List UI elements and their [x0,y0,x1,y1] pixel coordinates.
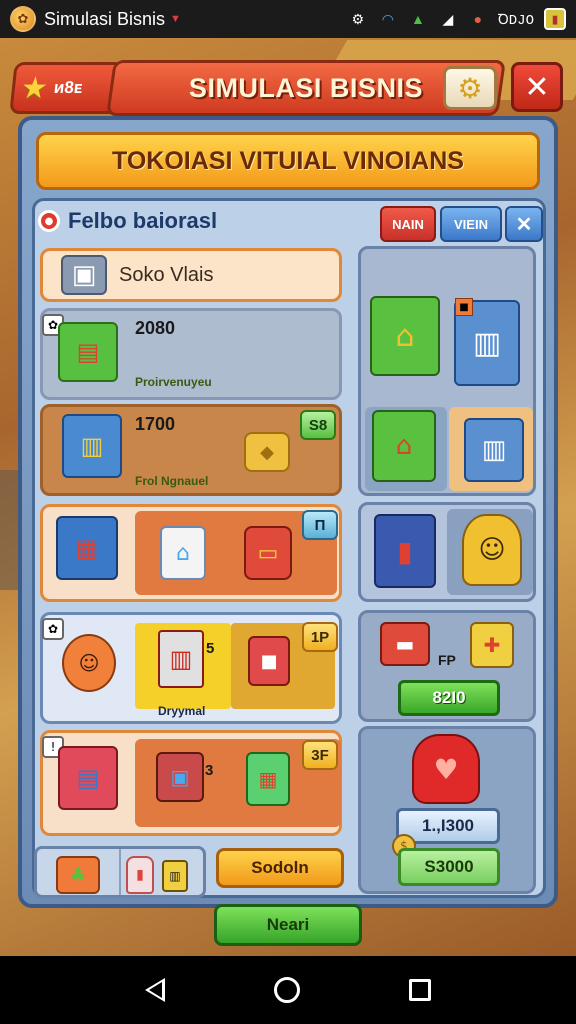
price-badge[interactable]: S8 [300,410,336,440]
status-bar: ✿ Simulasi Bisnis ▼ ⚙ ◠ ▲ ◢ ● ꝹDJO ▮ [0,0,576,38]
red-box-icon: ■ [248,636,290,686]
price-badge[interactable]: 1P [302,622,338,652]
section-header: ● Felbo baiorasl [38,208,217,234]
fruit-basket-icon: ♣ [56,856,100,894]
robot-icon[interactable]: ☺ [462,514,522,586]
total-price-button[interactable]: S3000 [398,848,500,886]
level-label: ᴎ8ᴇ [52,78,84,97]
battery-text: ꝹDJO [497,12,534,29]
cell-signal-icon: ◢ [442,10,454,27]
item-count: 3 [205,762,214,779]
green-stall-icon: ▤ [58,322,118,382]
item-label: Dryymal [158,704,206,718]
tab-close[interactable]: ✕ [505,206,543,242]
bread-icon: ◆ [244,432,290,472]
notification-icon: ● [473,11,483,27]
list-item-store-header[interactable]: ▣ Soko Vlais [40,248,342,302]
register-box-icon: ▦ [56,516,118,580]
close-button[interactable]: ✕ [511,62,563,112]
signal-icon: ▲ [410,11,425,27]
tab-view[interactable]: VIEIN [440,206,502,242]
star-icon: ★ [19,70,50,106]
crate-icon: ■ [455,298,473,316]
machine-icon: ▥ [162,860,188,892]
reward-label: FP [438,652,456,668]
next-button[interactable]: Neari [214,904,362,946]
market-stall-icon[interactable]: ⌂ [372,410,436,482]
blue-shop-icon: ▥ [62,414,122,478]
gear-icon: ⚙ [457,71,483,105]
info-badge[interactable]: П [302,510,338,540]
save-button[interactable]: Sodoln [216,848,344,888]
home-icon[interactable] [273,977,300,1003]
container-icon: ▭ [244,526,292,580]
close-icon: ✕ [524,69,550,105]
app-title: Simulasi Bisnis [44,8,166,29]
shelf-icon: ▦ [246,752,290,806]
recent-apps-icon[interactable] [409,979,432,1001]
battery-icon: ▮ [544,8,566,30]
section-title: Felbo baiorasl [68,208,218,233]
buy-price-button[interactable]: 82I0 [398,680,500,716]
item-value: 2080 [135,318,176,338]
wifi-icon: ◠ [381,10,395,27]
price-badge[interactable]: 3F [302,740,338,770]
store-front-icon[interactable]: ▥ [464,418,524,482]
register-icon: ▣ [156,752,204,802]
back-icon[interactable] [144,978,165,1002]
gift-icon: ✚ [470,622,514,668]
book-icon[interactable]: ▮ [374,514,436,588]
bottle-icon: ▮ [126,856,154,894]
store-banner: TOKOIASI VITUIAL VINOIANS [36,132,540,190]
status-icons: ⚙ ◠ ▲ ◢ ● ꝹDJO ▮ [348,8,566,30]
item-label: Frol Ngnauel [135,474,209,488]
item-label: Proirvenuyeu [135,375,212,389]
settings-button[interactable]: ⚙ [443,66,497,110]
red-book-icon: ▬ [380,622,430,666]
page-title: SIMULASI BISNIS [188,72,424,103]
tab-main[interactable]: NAIN [380,206,436,242]
item-count: 5 [206,640,215,657]
app-icon: ✿ [10,6,36,32]
system-nav-bar [0,956,576,1024]
red-bag-icon: ♥ [412,734,480,804]
chevron-down-icon[interactable]: ▼ [170,13,181,25]
banner-title: TOKOIASI VITUIAL VINOIANS [112,146,464,175]
settings-icon: ⚙ [351,10,365,27]
basket-icon: ⌂ [160,526,206,580]
stall-icon: ▤ [58,746,118,810]
flower-icon: ✿ [42,618,64,640]
cash-register-icon: ▣ [61,255,107,295]
shop-building-icon[interactable]: ⌂ [370,296,440,376]
record-icon: ● [38,210,60,232]
vending-machine-icon: ▥ [158,630,204,688]
item-value: 1700 [135,414,176,434]
character-avatar: ☺ [62,634,116,692]
store-name: Soko Vlais [119,263,214,286]
